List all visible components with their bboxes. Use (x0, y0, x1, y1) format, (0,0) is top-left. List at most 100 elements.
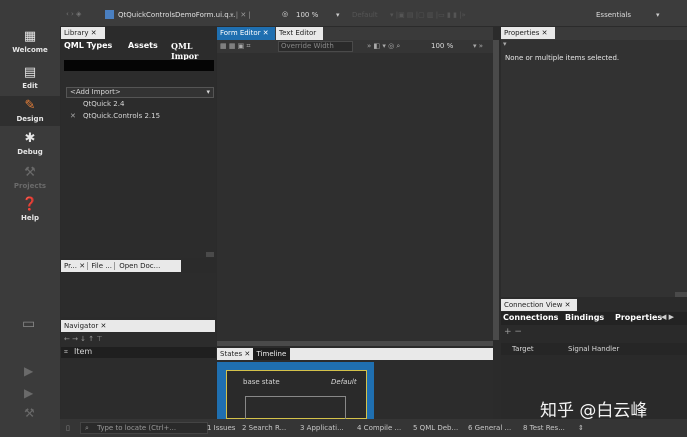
open-file-name[interactable]: QtQuickControlsDemoForm.ui.q... (118, 11, 235, 19)
connection-view-header: Connection View ✕ (501, 299, 577, 311)
status-issues[interactable]: 1 Issues (207, 419, 235, 437)
library-title: Library (64, 29, 89, 37)
add-import-label: <Add Import> (70, 88, 121, 96)
status-more-arrows[interactable]: ⇕ (578, 419, 584, 437)
mode-edit-label: Edit (22, 82, 38, 90)
add-connection-icon[interactable]: + − (504, 327, 522, 337)
properties-header-bar: Properties ✕ (501, 27, 687, 40)
editor-tool-icons[interactable]: ▦ ▦ ▣ ⌗ (220, 42, 250, 51)
workspace-dropdown-arrow[interactable]: ▾ (656, 11, 660, 19)
tab-text-editor[interactable]: Text Editor (276, 27, 323, 40)
status-compile-output[interactable]: 4 Compile ... (357, 419, 401, 437)
locate-placeholder: Type to locate (Ctrl+... (97, 424, 177, 432)
tab-form-editor[interactable]: Form Editor ✕ (217, 27, 275, 40)
navigator-panel: ← → ↓ ↑ ⊤ ⌗ Item (61, 333, 216, 419)
add-import-select[interactable]: <Add Import> ▾ (66, 87, 214, 98)
properties-menu-icon[interactable]: ▾ (503, 40, 507, 48)
zoom-icon: ◎ (282, 10, 289, 18)
mode-design[interactable]: ✎ Design (0, 96, 60, 126)
base-state-inner: base state Default (226, 370, 367, 420)
tab-projects[interactable]: Pr... (61, 262, 77, 270)
library-header: Library ✕ (61, 27, 215, 39)
properties-scrollbar[interactable] (675, 292, 687, 297)
mode-help[interactable]: ❓ Help (0, 198, 60, 223)
navigator-arrows[interactable]: ← → ↓ ↑ ⊤ (64, 335, 102, 343)
tab-bindings[interactable]: Bindings (565, 313, 604, 322)
locate-input[interactable]: ⌕ Type to locate (Ctrl+... (80, 422, 208, 434)
override-width-label: Override Width (281, 42, 334, 50)
workspace-select[interactable]: Essentials (596, 11, 631, 19)
import-item[interactable]: QtQuick.Controls 2.15 (83, 112, 160, 120)
grid-icon: ▦ (23, 29, 37, 44)
form-editor-canvas[interactable] (217, 53, 493, 341)
connection-view-title: Connection View (504, 301, 563, 309)
status-qml-debugger[interactable]: 5 QML Deb... (413, 419, 458, 437)
top-toolbar: ‹ › ◈ QtQuickControlsDemoForm.ui.q... ▾ … (60, 0, 687, 26)
file-icon (105, 10, 114, 19)
status-application-output[interactable]: 3 Applicati... (300, 419, 344, 437)
search-icon: ⌕ (85, 424, 92, 432)
tab-connections[interactable]: Connections (503, 313, 558, 322)
status-search-results[interactable]: 2 Search R... (242, 419, 286, 437)
mode-edit[interactable]: ▤ Edit (0, 65, 60, 91)
status-general-messages[interactable]: 6 General ... (468, 419, 511, 437)
base-state-label: base state (243, 378, 280, 386)
library-search-input[interactable] (64, 60, 214, 71)
remove-import-icon[interactable]: ✕ (70, 112, 76, 120)
canvas-tool-icons[interactable]: » ◧ ▾ ◎ ⌕ (367, 42, 400, 51)
build-icon[interactable]: ⚒ (24, 406, 35, 420)
base-state-card[interactable]: base state Default (217, 362, 374, 420)
override-width-input[interactable]: Override Width (278, 41, 353, 52)
sidebar-toggle[interactable]: ▯ (66, 419, 70, 437)
tab-conn-properties[interactable]: Properties (615, 313, 662, 322)
item-icon: ⌗ (64, 348, 68, 356)
library-scrollbar[interactable] (206, 252, 214, 257)
tab-scroll-arrows[interactable]: ◀ ▶ (661, 313, 674, 321)
mode-welcome-label: Welcome (12, 46, 48, 54)
editor-zoom[interactable]: 100 % (431, 42, 453, 50)
connection-tabs: Connections Bindings Properties ◀ ▶ (501, 312, 687, 325)
navigator-row[interactable]: ⌗ Item (61, 347, 216, 358)
nav-arrows[interactable]: ‹ › ◈ (66, 10, 81, 18)
pencil-icon: ✎ (24, 98, 36, 113)
navigator-item: Item (74, 347, 93, 356)
library-tab[interactable]: Library ✕ (61, 27, 105, 39)
tab-states[interactable]: States (217, 350, 242, 358)
editor-tabs: Form Editor ✕ Text Editor (217, 27, 493, 40)
tab-properties[interactable]: Properties ✕ (501, 27, 555, 39)
status-test-results[interactable]: 8 Test Res... (523, 419, 565, 437)
tab-assets[interactable]: Assets (128, 41, 158, 50)
state-select[interactable]: Default (352, 11, 378, 19)
bug-icon: ✱ (24, 131, 36, 146)
library-panel: QML Types Assets QML Impor <Add Import> … (61, 40, 216, 258)
mode-sidebar: ▦ Welcome ▤ Edit ✎ Design ✱ Debug ⚒ Proj… (0, 0, 60, 437)
toolbar-icons[interactable]: ▾ |▣ ▤ |▢ ▥ |▭ ▮ ▮ |» (390, 11, 466, 19)
chevron-down-icon: ▾ (206, 88, 210, 96)
debug-run-icon[interactable]: ▶ (24, 386, 33, 400)
editor-hscroll[interactable] (217, 341, 493, 346)
mode-debug[interactable]: ✱ Debug (0, 131, 60, 157)
top-zoom[interactable]: 100 % (296, 11, 318, 19)
mode-welcome[interactable]: ▦ Welcome (0, 29, 60, 55)
import-item[interactable]: QtQuick 2.4 (83, 100, 124, 108)
tab-timeline[interactable]: Timeline (252, 348, 291, 360)
text-editor-label: Text Editor (279, 29, 317, 37)
mode-projects[interactable]: ⚒ Projects (0, 165, 60, 191)
editor-zoom-arrow[interactable]: ▾ » (473, 42, 483, 50)
navigator-title: Navigator (64, 322, 99, 330)
file-dropdown-arrow[interactable]: ▾ | ✕ | (230, 11, 251, 19)
tab-file-system[interactable]: File ... (87, 262, 112, 270)
zoom-dropdown-arrow[interactable]: ▾ (336, 11, 340, 19)
watermark: 知乎 @白云峰 (540, 401, 648, 421)
document-icon: ▤ (23, 65, 37, 80)
editor-vscroll[interactable] (493, 40, 499, 340)
form-editor-label: Form Editor (220, 29, 261, 37)
tab-open-documents[interactable]: Open Doc... (114, 262, 161, 270)
tab-qml-types[interactable]: QML Types (64, 41, 112, 50)
monitor-icon[interactable]: ▭ (22, 316, 35, 332)
properties-panel: ▾ None or multiple items selected. (501, 40, 687, 297)
run-icon[interactable]: ▶ (24, 364, 33, 378)
wrench-icon: ⚒ (24, 165, 36, 180)
tab-qml-imports[interactable]: QML Impor (171, 41, 216, 61)
status-bar: ▯ ⌕ Type to locate (Ctrl+... 1 Issues 2 … (60, 419, 687, 437)
